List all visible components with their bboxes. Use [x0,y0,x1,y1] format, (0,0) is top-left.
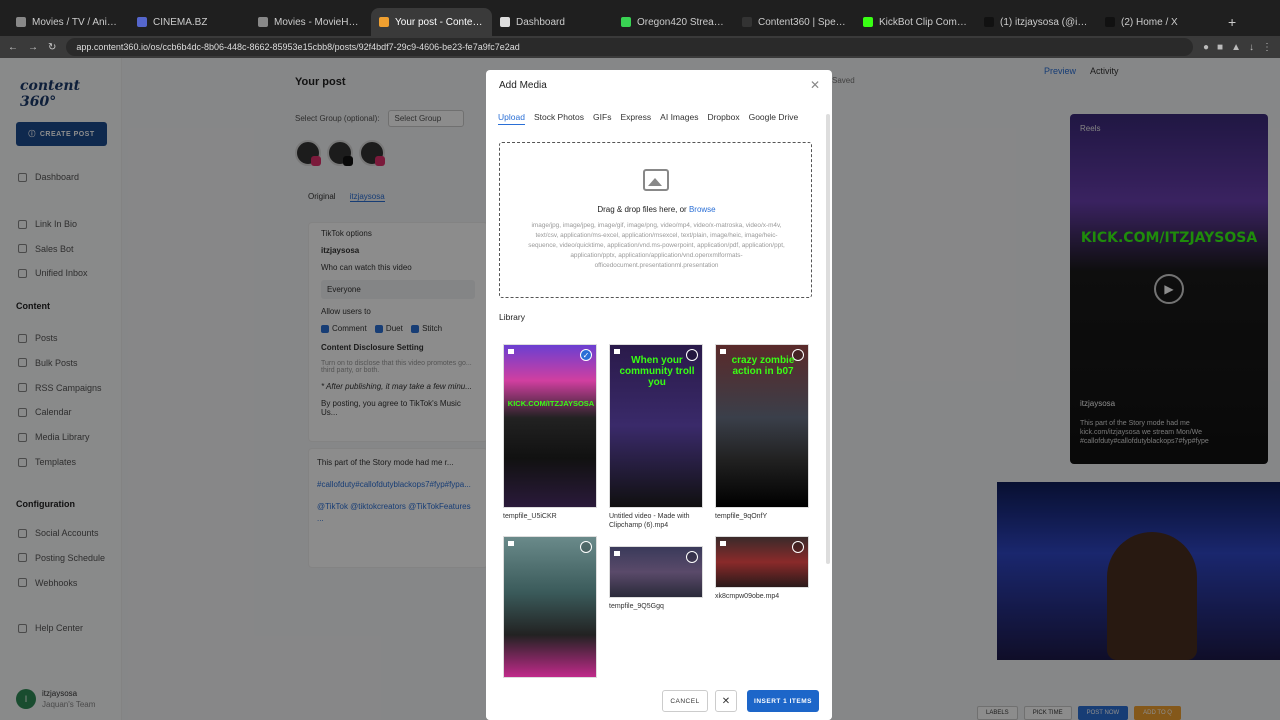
browser-tab[interactable]: Movies - MovieHD | Watch Free M [250,8,371,36]
reload-icon[interactable]: ↻ [48,42,56,53]
browser-tab[interactable]: (1) itzjaysosa (@itzjaysosa) | TikTok [976,8,1097,36]
tab-stock-photos[interactable]: Stock Photos [534,112,584,125]
media-thumbnail [715,536,809,588]
media-thumbnail: crazy zombie action in b07 [715,344,809,508]
media-tile[interactable]: tempfile_9Q5Ggq [609,546,703,611]
video-icon [508,541,514,546]
video-icon [614,551,620,556]
tab-ai-images[interactable]: AI Images [660,112,698,125]
browser-tab-title: (1) itzjaysosa (@itzjaysosa) | TikTok [1000,16,1089,28]
add-media-modal: Add Media ✕ Upload Stock Photos GIFs Exp… [486,70,832,720]
favicon-icon [984,17,994,27]
accepted-types: image/jpg, image/jpeg, image/gif, image/… [528,222,785,269]
media-tile[interactable] [503,536,597,678]
media-tile[interactable]: When your community troll you Untitled v… [609,344,703,530]
favicon-icon [742,17,752,27]
browser-tab-title: Movies / TV / Anime • freemediahe [32,16,121,28]
media-thumbnail: When your community troll you [609,344,703,508]
address-bar-row: ← → ↻ app.content360.io/os/ccb6b4dc-8b06… [0,36,1280,58]
drop-text: Drag & drop files here, or Browse [597,205,716,214]
browser-tab-bar: Movies / TV / Anime • freemediahe CINEMA.… [0,0,1280,36]
thumb-overlay-text: KICK.COM/ITZJAYSOSA [507,399,595,408]
browser-tab[interactable]: Content360 | Special $67 Offer (Li [734,8,855,36]
favicon-icon [1105,17,1115,27]
browser-tab-title: (2) Home / X [1121,16,1178,28]
tab-dropbox[interactable]: Dropbox [707,112,739,125]
new-tab-button[interactable]: + [1218,8,1246,36]
favicon-icon [863,17,873,27]
tab-google-drive[interactable]: Google Drive [749,112,799,125]
select-checkbox[interactable]: ✓ [580,349,592,361]
tab-upload[interactable]: Upload [498,112,525,125]
browser-tab-title: Oregon420 Stream - Watch Live or [637,16,726,28]
modal-footer: CANCEL ✕ INSERT 1 ITEMS [486,684,832,720]
thumb-overlay-text: When your community troll you [619,355,695,388]
close-icon[interactable]: ✕ [810,78,820,92]
favicon-icon [500,17,510,27]
browser-tab[interactable]: Movies / TV / Anime • freemediahe [8,8,129,36]
media-thumbnail: ✓ KICK.COM/ITZJAYSOSA [503,344,597,508]
media-tile[interactable]: xk8cmpw09obe.mp4 [715,536,809,601]
insert-items-button[interactable]: INSERT 1 ITEMS [747,690,819,712]
media-filename: tempfile_9qOnfY [715,513,768,520]
library-title: Library [499,312,525,322]
media-filename: tempfile_9Q5Ggq [609,603,664,610]
favicon-icon [258,17,268,27]
browser-tab-title: Your post - Content360 [395,16,484,28]
media-tile[interactable]: crazy zombie action in b07 tempfile_9qOn… [715,344,809,521]
tab-express[interactable]: Express [620,112,651,125]
media-filename: Untitled video - Made with Clipchamp (6)… [609,513,690,529]
media-source-tabs: Upload Stock Photos GIFs Express AI Imag… [498,112,798,125]
browser-tab[interactable]: CINEMA.BZ [129,8,250,36]
tab-gifs[interactable]: GIFs [593,112,611,125]
extensions-area: ● ■ ▲ ↓ ⋮ [1203,42,1272,53]
browser-tab-title: Movies - MovieHD | Watch Free M [274,16,363,28]
modal-title: Add Media [499,80,547,91]
modal-scrollbar[interactable] [826,114,830,564]
favicon-icon [621,17,631,27]
media-tile[interactable]: ✓ KICK.COM/ITZJAYSOSA tempfile_U5iCKR [503,344,597,521]
close-icon[interactable]: ✕ [715,690,737,712]
media-thumbnail [503,536,597,678]
media-filename: tempfile_U5iCKR [503,513,557,520]
drop-zone[interactable]: Drag & drop files here, or Browse image/… [499,142,812,298]
select-checkbox[interactable] [580,541,592,553]
media-filename: xk8cmpw09obe.mp4 [715,593,780,600]
image-icon [643,169,669,191]
browser-tab-title: Content360 | Special $67 Offer (Li [758,16,847,28]
favicon-icon [16,17,26,27]
video-icon [720,541,726,546]
favicon-icon [379,17,389,27]
browser-tab-title: Dashboard [516,16,565,28]
browser-tab[interactable]: Your post - Content360 [371,8,492,36]
video-icon [614,349,620,354]
select-checkbox[interactable] [792,541,804,553]
download-icon[interactable]: ↓ [1249,42,1254,53]
back-icon[interactable]: ← [8,42,18,53]
thumb-overlay-text: crazy zombie action in b07 [731,355,795,377]
url-input[interactable]: app.content360.io/os/ccb6b4dc-8b06-448c-… [66,38,1193,56]
browser-tab[interactable]: KickBot Clip Command [855,8,976,36]
select-checkbox[interactable] [686,551,698,563]
browser-tab-title: CINEMA.BZ [153,16,208,28]
forward-icon[interactable]: → [28,42,38,53]
browser-tab[interactable]: (2) Home / X [1097,8,1218,36]
browse-link[interactable]: Browse [689,205,716,214]
browser-tab[interactable]: Dashboard [492,8,613,36]
favicon-icon [137,17,147,27]
extension-icon[interactable]: ● [1203,42,1209,53]
browser-tab[interactable]: Oregon420 Stream - Watch Live or [613,8,734,36]
browser-tab-title: KickBot Clip Command [879,16,968,28]
media-thumbnail [609,546,703,598]
cancel-button[interactable]: CANCEL [662,690,708,712]
video-icon [508,349,514,354]
video-icon [720,349,726,354]
menu-icon[interactable]: ⋮ [1262,42,1272,53]
extension-icon[interactable]: ▲ [1231,42,1241,53]
extension-icon[interactable]: ■ [1217,42,1223,53]
